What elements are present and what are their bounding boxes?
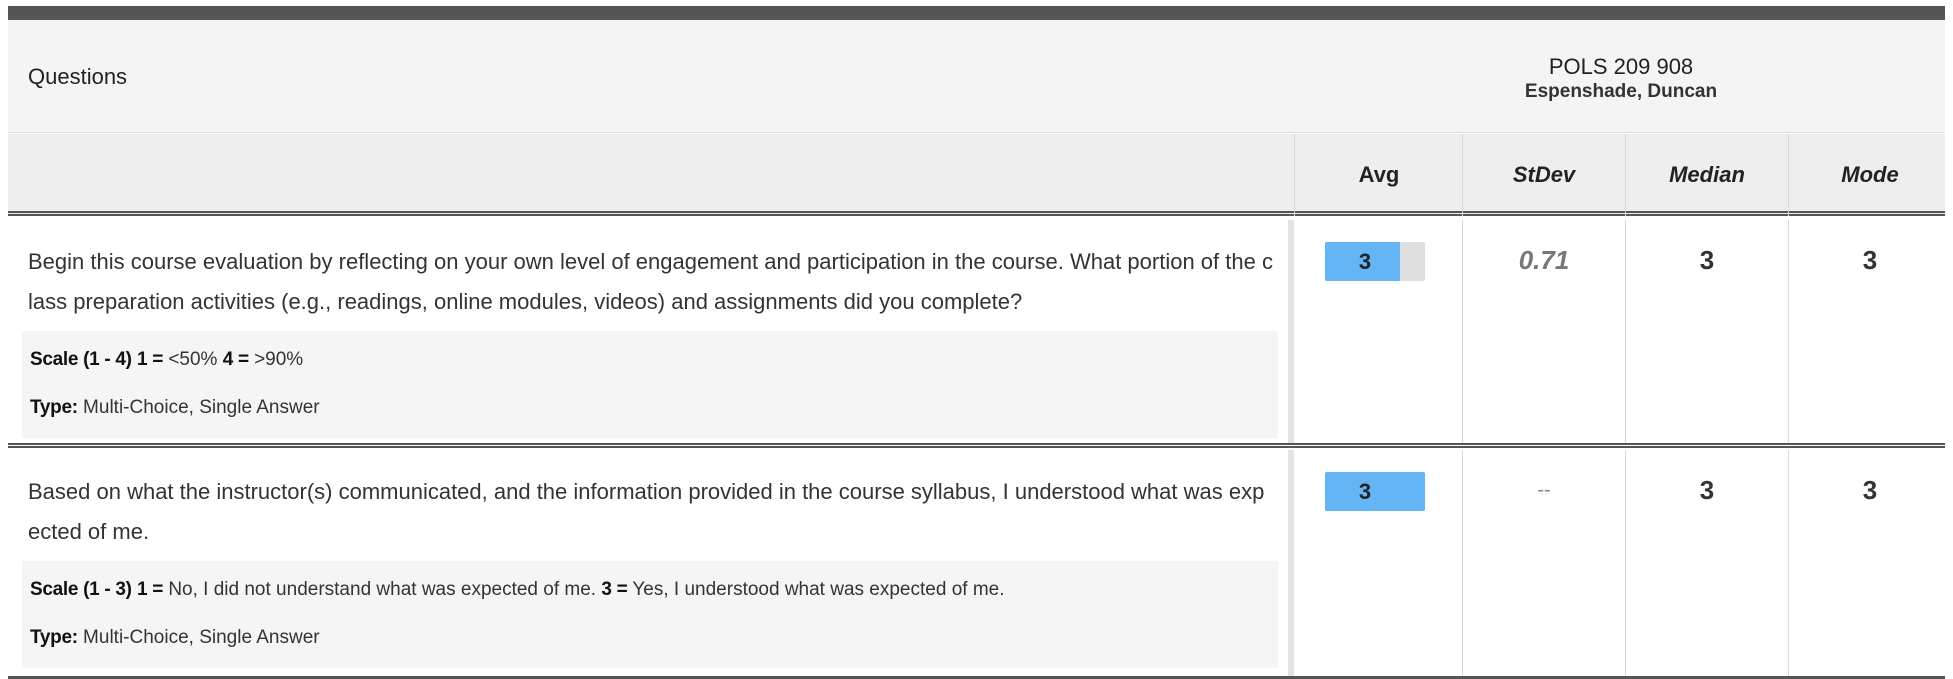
- header-separator: [1294, 134, 1295, 216]
- median-column-header: Median: [1669, 162, 1745, 187]
- stdev-cell: --: [1462, 450, 1624, 676]
- question-text: Based on what the instructor(s) communic…: [28, 479, 1265, 544]
- mode-value: 3: [1862, 245, 1878, 275]
- avg-value: 3: [1358, 249, 1372, 274]
- course-header: POLS 209 908 Espenshade, Duncan: [1456, 54, 1786, 104]
- stdev-value: --: [1537, 479, 1551, 501]
- evaluation-table: Questions POLS 209 908 Espenshade, Dunca…: [8, 0, 1945, 679]
- course-code: POLS 209 908: [1548, 54, 1694, 79]
- scale-line: Scale (1 - 4) 1 = <50% 4 = >90%: [30, 349, 303, 371]
- type-label: Type:: [30, 397, 78, 418]
- scale-high-text: >90%: [254, 349, 304, 370]
- type-line: Type: Multi-Choice, Single Answer: [30, 397, 320, 419]
- table-header: Questions POLS 209 908 Espenshade, Dunca…: [8, 20, 1945, 133]
- scale-high-key: 4 =: [222, 349, 249, 370]
- type-value: Multi-Choice, Single Answer: [83, 397, 320, 418]
- stdev-cell: 0.71: [1462, 220, 1624, 443]
- type-label: Type:: [30, 627, 78, 648]
- question-text: Begin this course evaluation by reflecti…: [28, 249, 1273, 314]
- scale-line: Scale (1 - 3) 1 = No, I did not understa…: [30, 579, 1005, 601]
- scale-label: Scale (1 - 4): [30, 349, 132, 370]
- median-cell: 3: [1625, 220, 1787, 443]
- scale-high-key: 3 =: [601, 579, 628, 600]
- avg-column-header: Avg: [1358, 162, 1400, 187]
- scale-low-text: No, I did not understand what was expect…: [168, 579, 597, 600]
- question-row: Begin this course evaluation by reflecti…: [8, 220, 1945, 448]
- type-line: Type: Multi-Choice, Single Answer: [30, 627, 320, 649]
- questions-column-header: Questions: [28, 64, 128, 89]
- median-value: 3: [1699, 475, 1715, 505]
- column-divider: [1288, 450, 1294, 676]
- question-cell: Begin this course evaluation by reflecti…: [8, 220, 1278, 443]
- mode-cell: 3: [1788, 450, 1950, 676]
- mode-value: 3: [1862, 475, 1878, 505]
- median-cell: 3: [1625, 450, 1787, 676]
- avg-bar: 3: [1325, 242, 1425, 281]
- stdev-value: 0.71: [1518, 245, 1570, 275]
- top-bar: [8, 6, 1945, 20]
- scale-low-text: <50%: [168, 349, 218, 370]
- scale-low-key: 1 =: [137, 579, 164, 600]
- scale-high-text: Yes, I understood what was expected of m…: [632, 579, 1005, 600]
- instructor-name: Espenshade, Duncan: [1524, 81, 1718, 102]
- mode-cell: 3: [1788, 220, 1950, 443]
- median-value: 3: [1699, 245, 1715, 275]
- question-meta: Scale (1 - 3) 1 = No, I did not understa…: [22, 561, 1278, 668]
- question-cell: Based on what the instructor(s) communic…: [8, 450, 1278, 676]
- question-meta: Scale (1 - 4) 1 = <50% 4 = >90% Type: Mu…: [22, 331, 1278, 438]
- scale-label: Scale (1 - 3): [30, 579, 132, 600]
- stdev-column-header: StDev: [1512, 162, 1576, 187]
- type-value: Multi-Choice, Single Answer: [83, 627, 320, 648]
- question-row: Based on what the instructor(s) communic…: [8, 450, 1945, 679]
- avg-bar: 3: [1325, 472, 1425, 511]
- scale-low-key: 1 =: [137, 349, 164, 370]
- mode-column-header: Mode: [1841, 162, 1899, 187]
- column-divider: [1288, 220, 1294, 443]
- avg-value: 3: [1358, 479, 1372, 504]
- stats-header-row: Avg StDev Median Mode: [8, 134, 1945, 216]
